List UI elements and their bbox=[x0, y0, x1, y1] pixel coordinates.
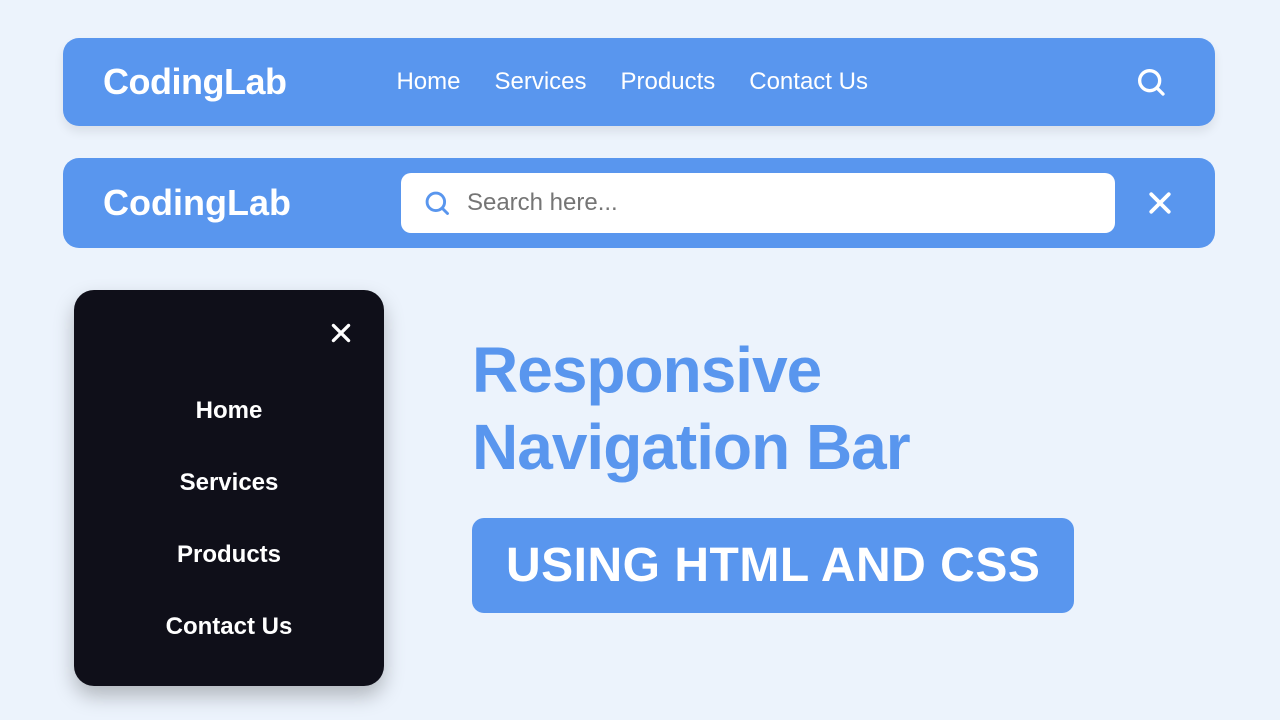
search-input[interactable] bbox=[467, 189, 1093, 217]
brand-logo[interactable]: CodingLab bbox=[103, 61, 286, 103]
navbar-search-state: CodingLab bbox=[63, 158, 1215, 248]
nav-link-home[interactable]: Home bbox=[396, 68, 460, 96]
search-button[interactable] bbox=[1135, 66, 1167, 98]
search-icon bbox=[423, 189, 451, 217]
headline-line-1: Responsive bbox=[472, 332, 1074, 409]
navbar: CodingLab Home Services Products Contact… bbox=[63, 38, 1215, 126]
search-field bbox=[401, 173, 1115, 233]
mobile-link-products[interactable]: Products bbox=[104, 519, 354, 591]
search-icon bbox=[1135, 66, 1167, 98]
nav-link-services[interactable]: Services bbox=[495, 68, 587, 96]
headline-badge: USING HTML AND CSS bbox=[472, 518, 1074, 613]
headline: Responsive Navigation Bar USING HTML AND… bbox=[472, 332, 1074, 613]
close-icon bbox=[328, 320, 354, 346]
mobile-link-home[interactable]: Home bbox=[104, 375, 354, 447]
nav-link-products[interactable]: Products bbox=[621, 68, 716, 96]
mobile-link-services[interactable]: Services bbox=[104, 447, 354, 519]
close-menu-button[interactable] bbox=[328, 320, 354, 351]
headline-line-2: Navigation Bar bbox=[472, 409, 1074, 486]
close-icon bbox=[1145, 188, 1175, 218]
mobile-menu: Home Services Products Contact Us bbox=[74, 290, 384, 686]
nav-link-contact[interactable]: Contact Us bbox=[749, 68, 868, 96]
brand-logo[interactable]: CodingLab bbox=[103, 182, 291, 224]
mobile-link-contact[interactable]: Contact Us bbox=[104, 591, 354, 663]
close-search-button[interactable] bbox=[1145, 188, 1175, 218]
